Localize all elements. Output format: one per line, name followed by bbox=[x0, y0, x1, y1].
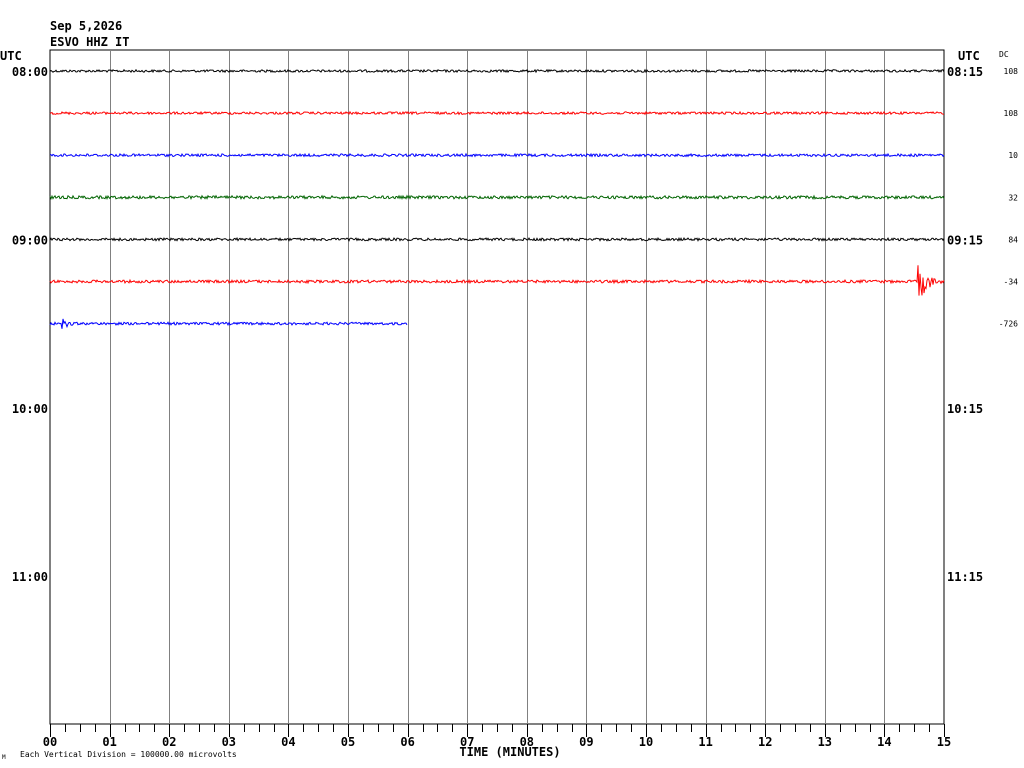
trace-group bbox=[49, 68, 945, 329]
left-utc-title: UTC bbox=[0, 49, 22, 63]
trace-row-3 bbox=[49, 194, 945, 201]
dc-label-row-3: 32 bbox=[1008, 193, 1018, 202]
date-label: Sep 5,2026 bbox=[50, 19, 122, 33]
x-tick-label: 11 bbox=[698, 735, 712, 749]
x-tick-label: 02 bbox=[162, 735, 176, 749]
dc-title: DC bbox=[999, 50, 1009, 59]
dc-label-row-5: -34 bbox=[1004, 278, 1019, 287]
x-tick-label: 12 bbox=[758, 735, 772, 749]
x-tick-label: 04 bbox=[281, 735, 295, 749]
plot-border bbox=[49, 49, 945, 725]
left-hour-label: 11:00 bbox=[12, 570, 48, 584]
footer-note: Each Vertical Division = 100000.00 micro… bbox=[20, 750, 237, 759]
dc-label-row-1: 108 bbox=[1004, 109, 1019, 118]
x-tick-label: 13 bbox=[818, 735, 832, 749]
trace-row-1 bbox=[49, 110, 945, 116]
x-tick-label: 09 bbox=[579, 735, 593, 749]
dc-label-row-0: 108 bbox=[1004, 67, 1019, 76]
right-hour-label: 08:15 bbox=[947, 65, 983, 79]
x-tick-label: 06 bbox=[400, 735, 414, 749]
right-hour-label: 09:15 bbox=[947, 233, 983, 247]
trace-row-0 bbox=[49, 68, 945, 74]
dc-label-row-2: 10 bbox=[1008, 151, 1018, 160]
trace-row-4 bbox=[49, 236, 945, 242]
station-label: ESVO HHZ IT bbox=[50, 35, 129, 49]
right-hour-label: 10:15 bbox=[947, 402, 983, 416]
right-hour-labels: 08:15 09:15 10:15 11:15 bbox=[947, 65, 983, 584]
dc-value-labels: 108 108 10 32 84 -34 -726 bbox=[999, 67, 1018, 329]
x-tick-label: 05 bbox=[341, 735, 355, 749]
trace-row-2 bbox=[49, 152, 945, 158]
helicorder-chart: Sep 5,2026 ESVO HHZ IT UTC UTC DC 08:000… bbox=[0, 19, 1018, 761]
dc-label-row-6: -726 bbox=[999, 320, 1018, 329]
plot-grid bbox=[49, 49, 945, 725]
x-tick-label: 01 bbox=[102, 735, 116, 749]
x-tick-label: 15 bbox=[937, 735, 951, 749]
left-hour-labels: 08:00 09:00 10:00 11:00 bbox=[12, 65, 48, 584]
left-hour-label: 10:00 bbox=[12, 402, 48, 416]
x-tick-label: 00 bbox=[43, 735, 57, 749]
x-tick-label: 14 bbox=[877, 735, 891, 749]
left-hour-label: 08:00 bbox=[12, 65, 48, 79]
trace-row-6 bbox=[49, 318, 408, 329]
x-tick-label: 03 bbox=[222, 735, 236, 749]
dc-label-row-4: 84 bbox=[1008, 235, 1018, 244]
right-utc-title: UTC bbox=[958, 49, 980, 63]
left-hour-label: 09:00 bbox=[12, 233, 48, 247]
right-hour-label: 11:15 bbox=[947, 570, 983, 584]
x-axis-title: TIME (MINUTES) bbox=[459, 745, 560, 759]
trace-row-5 bbox=[49, 265, 945, 296]
x-tick-label: 10 bbox=[639, 735, 653, 749]
footer-mark: M bbox=[2, 754, 6, 761]
